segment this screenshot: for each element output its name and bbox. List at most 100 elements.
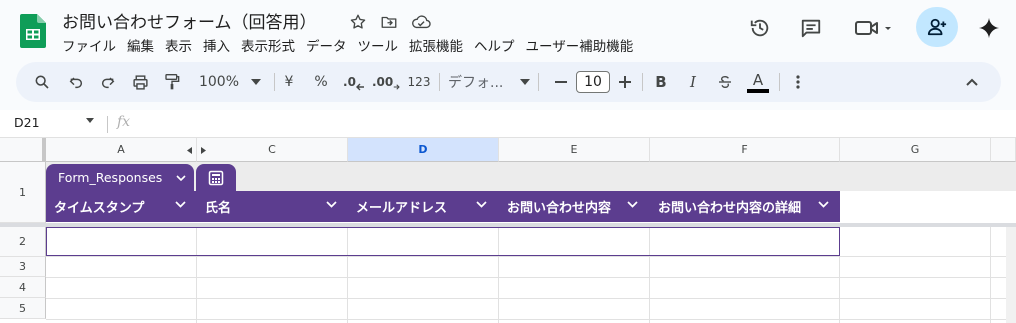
gridline (46, 277, 1016, 278)
vertical-scrollbar[interactable] (1006, 227, 1016, 323)
menu-format[interactable]: 表示形式 (241, 35, 301, 55)
chevron-right-icon[interactable] (201, 147, 206, 154)
move-folder-icon[interactable] (379, 12, 399, 32)
toolbar-divider (274, 73, 275, 91)
meet-video-icon[interactable] (848, 12, 896, 44)
column-label: F (741, 143, 748, 156)
more-vert-icon[interactable] (788, 62, 808, 102)
column-label: C (268, 143, 276, 156)
document-title[interactable]: お問い合わせフォーム（回答用） (62, 8, 317, 33)
column-header-e[interactable]: E (499, 138, 650, 162)
toolbar-divider (439, 73, 440, 91)
bold-button[interactable]: B (650, 62, 672, 102)
row-header-3[interactable]: 3 (0, 257, 46, 277)
calculator-icon (208, 170, 224, 185)
menu-accessibility[interactable]: ユーザー補助機能 (526, 35, 640, 55)
column-header-g[interactable]: G (840, 138, 991, 162)
row-label: 4 (19, 280, 26, 294)
increase-decimal-button[interactable]: .00 (372, 62, 400, 102)
table-summary-button[interactable] (196, 164, 236, 191)
arrow-right-icon (394, 84, 400, 90)
zoom-select[interactable]: 100% (194, 62, 266, 102)
paint-format-icon[interactable] (160, 62, 184, 102)
decrease-font-size-icon[interactable] (552, 62, 570, 102)
gridline (46, 298, 1016, 299)
menu-extensions[interactable]: 拡張機能 (409, 35, 469, 55)
print-icon[interactable] (128, 62, 152, 102)
font-size-input[interactable]: 10 (576, 71, 610, 93)
chevron-down-icon[interactable] (627, 201, 638, 208)
add-person-icon (927, 18, 947, 36)
chevron-down-icon[interactable] (176, 174, 186, 181)
table-data-row-2[interactable] (46, 227, 840, 256)
strikethrough-icon[interactable] (714, 62, 736, 102)
chevron-down-icon[interactable] (175, 201, 186, 208)
formula-bar: D21 fx (0, 110, 1016, 138)
font-family-value: デフォ... (448, 75, 504, 91)
gemini-sparkle-icon[interactable] (973, 12, 1005, 44)
formula-divider (107, 116, 108, 133)
row-label: 5 (19, 301, 26, 315)
text-color-swatch (747, 88, 769, 93)
row-header-5[interactable]: 5 (0, 298, 46, 319)
font-family-select[interactable]: デフォ... (448, 62, 530, 102)
gridline (46, 256, 1016, 257)
version-history-icon[interactable] (744, 12, 776, 44)
chevron-down-icon[interactable] (476, 201, 487, 208)
row-header-1[interactable]: 1 (0, 162, 46, 223)
spreadsheet-grid: A C D E F G 1 Form_Responses タイムスタンプ 氏名 … (0, 138, 1016, 323)
menu-view[interactable]: 表示 (165, 35, 198, 55)
table-name: Form_Responses (58, 170, 163, 185)
menu-edit[interactable]: 編集 (127, 35, 160, 55)
text-color-label: A (752, 70, 764, 89)
currency-format-button[interactable]: ¥ (278, 62, 300, 102)
column-label: A (117, 143, 125, 156)
table-header-inquiry-detail[interactable]: お問い合わせ内容の詳細 (650, 191, 840, 222)
select-all-corner[interactable] (0, 138, 46, 162)
increase-font-size-icon[interactable] (616, 62, 634, 102)
name-box[interactable]: D21 (14, 115, 40, 130)
column-header-d[interactable]: D (348, 138, 499, 162)
column-header-a[interactable]: A (46, 138, 197, 162)
sheets-logo-icon[interactable] (20, 14, 46, 48)
column-header-h[interactable] (991, 138, 1016, 162)
menu-file[interactable]: ファイル (62, 35, 122, 55)
table-name-tab[interactable]: Form_Responses (46, 164, 194, 191)
gridline (46, 319, 1016, 320)
chevron-down-icon[interactable] (326, 201, 337, 208)
redo-icon[interactable] (96, 62, 120, 102)
chevron-down-icon (251, 79, 262, 85)
decrease-decimal-label: .0 (343, 75, 356, 89)
more-formats-button[interactable]: 123 (406, 62, 432, 102)
column-header-c[interactable]: C (197, 138, 348, 162)
toolbar-divider (779, 73, 780, 91)
chevron-down-icon[interactable] (86, 118, 94, 123)
fx-icon: fx (117, 114, 131, 130)
row-header-4[interactable]: 4 (0, 277, 46, 298)
chevron-down-icon[interactable] (818, 201, 829, 208)
star-icon[interactable] (348, 12, 368, 32)
decrease-decimal-button[interactable]: .0 (340, 62, 368, 102)
italic-button[interactable]: I (682, 62, 704, 102)
collapse-menus-icon[interactable] (962, 62, 982, 102)
row-header-2[interactable]: 2 (0, 227, 46, 257)
search-menus-icon[interactable] (30, 62, 54, 102)
share-button[interactable] (916, 7, 958, 47)
menu-tools[interactable]: ツール (358, 35, 405, 55)
column-header-f[interactable]: F (650, 138, 840, 162)
menu-data[interactable]: データ (306, 35, 353, 55)
cloud-status-icon[interactable] (411, 12, 431, 32)
comments-icon[interactable] (795, 12, 827, 44)
undo-icon[interactable] (64, 62, 88, 102)
text-color-button[interactable]: A (746, 62, 770, 102)
row-label: 1 (19, 185, 26, 199)
menu-help[interactable]: ヘルプ (474, 35, 521, 55)
column-label: G (910, 143, 920, 156)
zoom-value: 100% (198, 74, 240, 90)
chevron-left-icon[interactable] (187, 147, 192, 154)
menu-bar: ファイル 編集 表示 挿入 表示形式 データ ツール 拡張機能 ヘルプ ユーザー… (62, 35, 644, 55)
row-label: 2 (19, 235, 26, 248)
percent-format-button[interactable]: % (310, 62, 332, 102)
increase-decimal-label: .00 (372, 75, 394, 89)
menu-insert[interactable]: 挿入 (203, 35, 236, 55)
